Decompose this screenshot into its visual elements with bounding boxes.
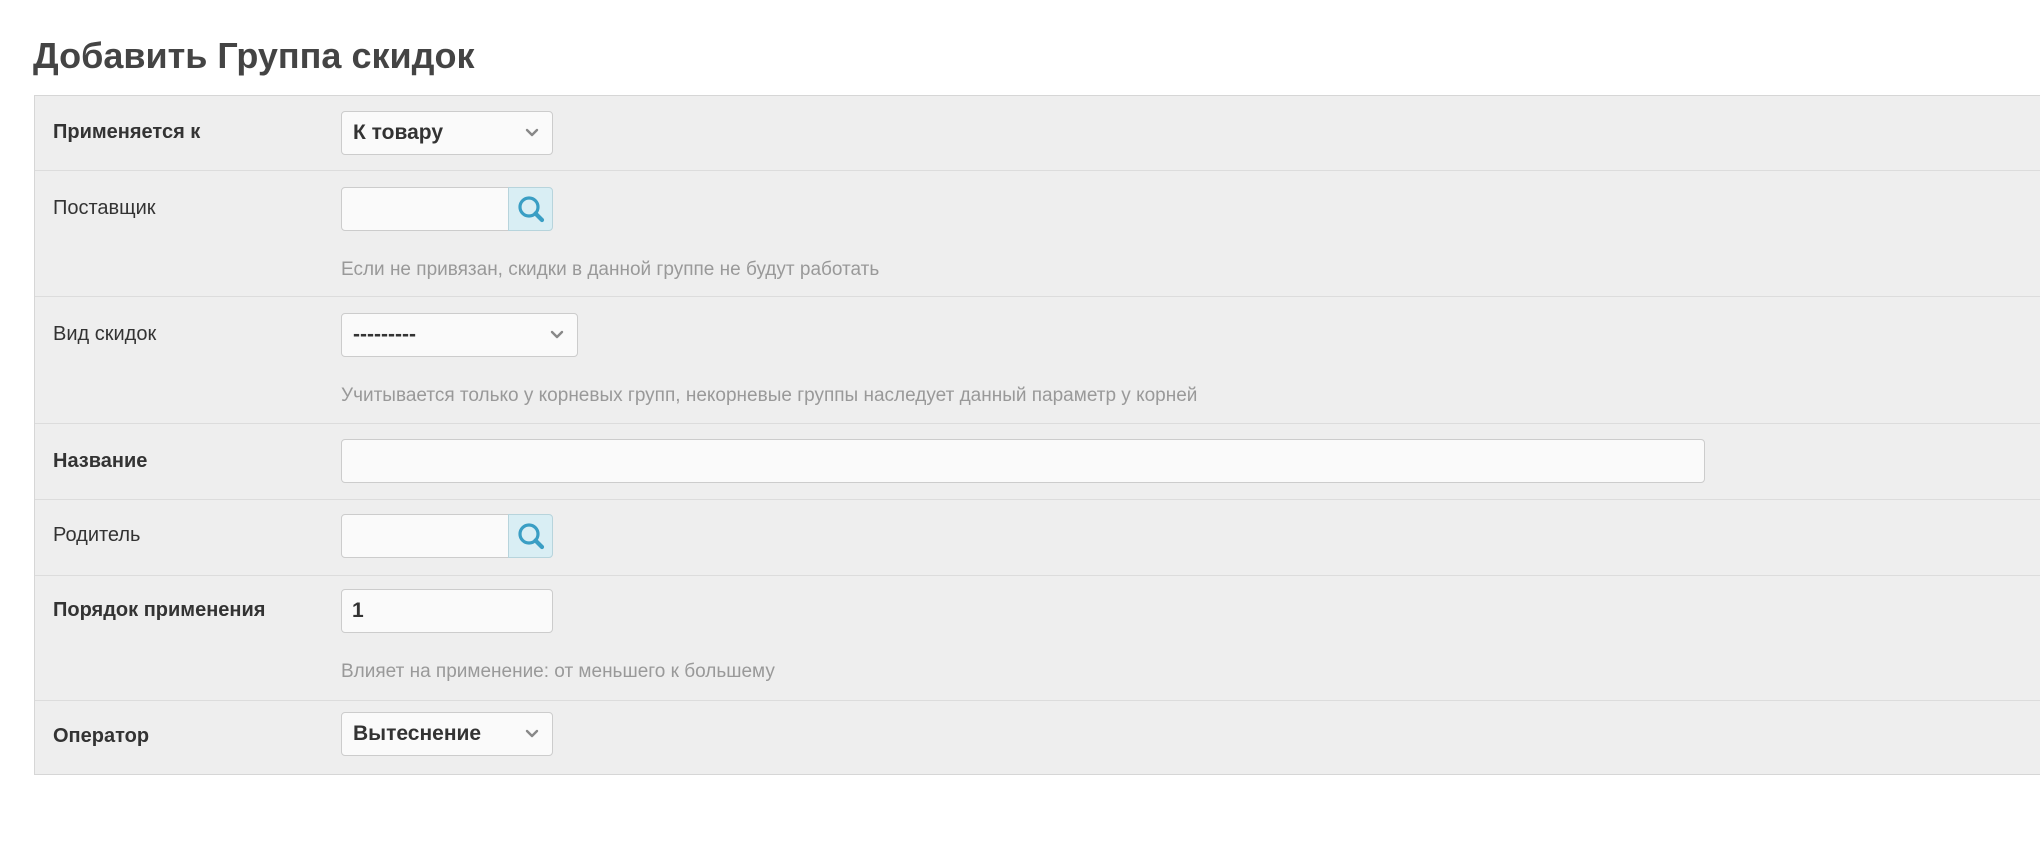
- chevron-down-icon: [525, 729, 539, 738]
- discount-type-label: Вид скидок: [53, 323, 157, 345]
- form-row-operator: Оператор Вытеснение: [35, 701, 2040, 775]
- operator-label: Оператор: [53, 725, 150, 747]
- supplier-lookup: [341, 187, 553, 231]
- name-label: Название: [53, 450, 148, 472]
- parent-lookup-button[interactable]: [508, 514, 553, 558]
- order-help-text: Влияет на применение: от меньшего к боль…: [341, 661, 775, 682]
- form-row-supplier: Поставщик Если не привязан, скидки в дан…: [35, 171, 2040, 297]
- chevron-down-icon: [550, 330, 564, 339]
- applies-to-label: Применяется к: [53, 121, 201, 143]
- order-label: Порядок применения: [53, 599, 266, 621]
- discount-type-selected-value: ---------: [353, 323, 416, 346]
- supplier-help-text: Если не привязан, скидки в данной группе…: [341, 259, 880, 280]
- supplier-lookup-button[interactable]: [508, 187, 553, 231]
- discount-type-select[interactable]: ---------: [341, 313, 578, 357]
- form-row-parent: Родитель: [35, 500, 2040, 576]
- operator-select[interactable]: Вытеснение: [341, 712, 553, 756]
- name-input[interactable]: [341, 439, 1705, 483]
- parent-label: Родитель: [53, 524, 141, 546]
- supplier-label: Поставщик: [53, 197, 156, 219]
- magnifier-icon: [518, 196, 545, 223]
- discount-type-help-text: Учитывается только у корневых групп, нек…: [341, 385, 1198, 406]
- parent-lookup: [341, 514, 553, 558]
- applies-to-selected-value: К товару: [353, 121, 444, 144]
- form-row-order: Порядок применения Влияет на применение:…: [35, 576, 2040, 701]
- chevron-down-icon: [525, 128, 539, 137]
- form-row-name: Название: [35, 424, 2040, 500]
- applies-to-select[interactable]: К товару: [341, 111, 553, 155]
- form-row-discount-type: Вид скидок --------- Учитывается только …: [35, 297, 2040, 424]
- parent-input[interactable]: [341, 514, 509, 558]
- order-input[interactable]: [341, 589, 553, 633]
- operator-selected-value: Вытеснение: [353, 722, 482, 745]
- form-row-applies-to: Применяется к К товару: [35, 96, 2040, 171]
- magnifier-icon: [518, 523, 545, 550]
- supplier-input[interactable]: [341, 187, 509, 231]
- discount-group-form: Применяется к К товару Поставщик Если не…: [34, 95, 2040, 775]
- page-title: Добавить Группа скидок: [33, 35, 475, 76]
